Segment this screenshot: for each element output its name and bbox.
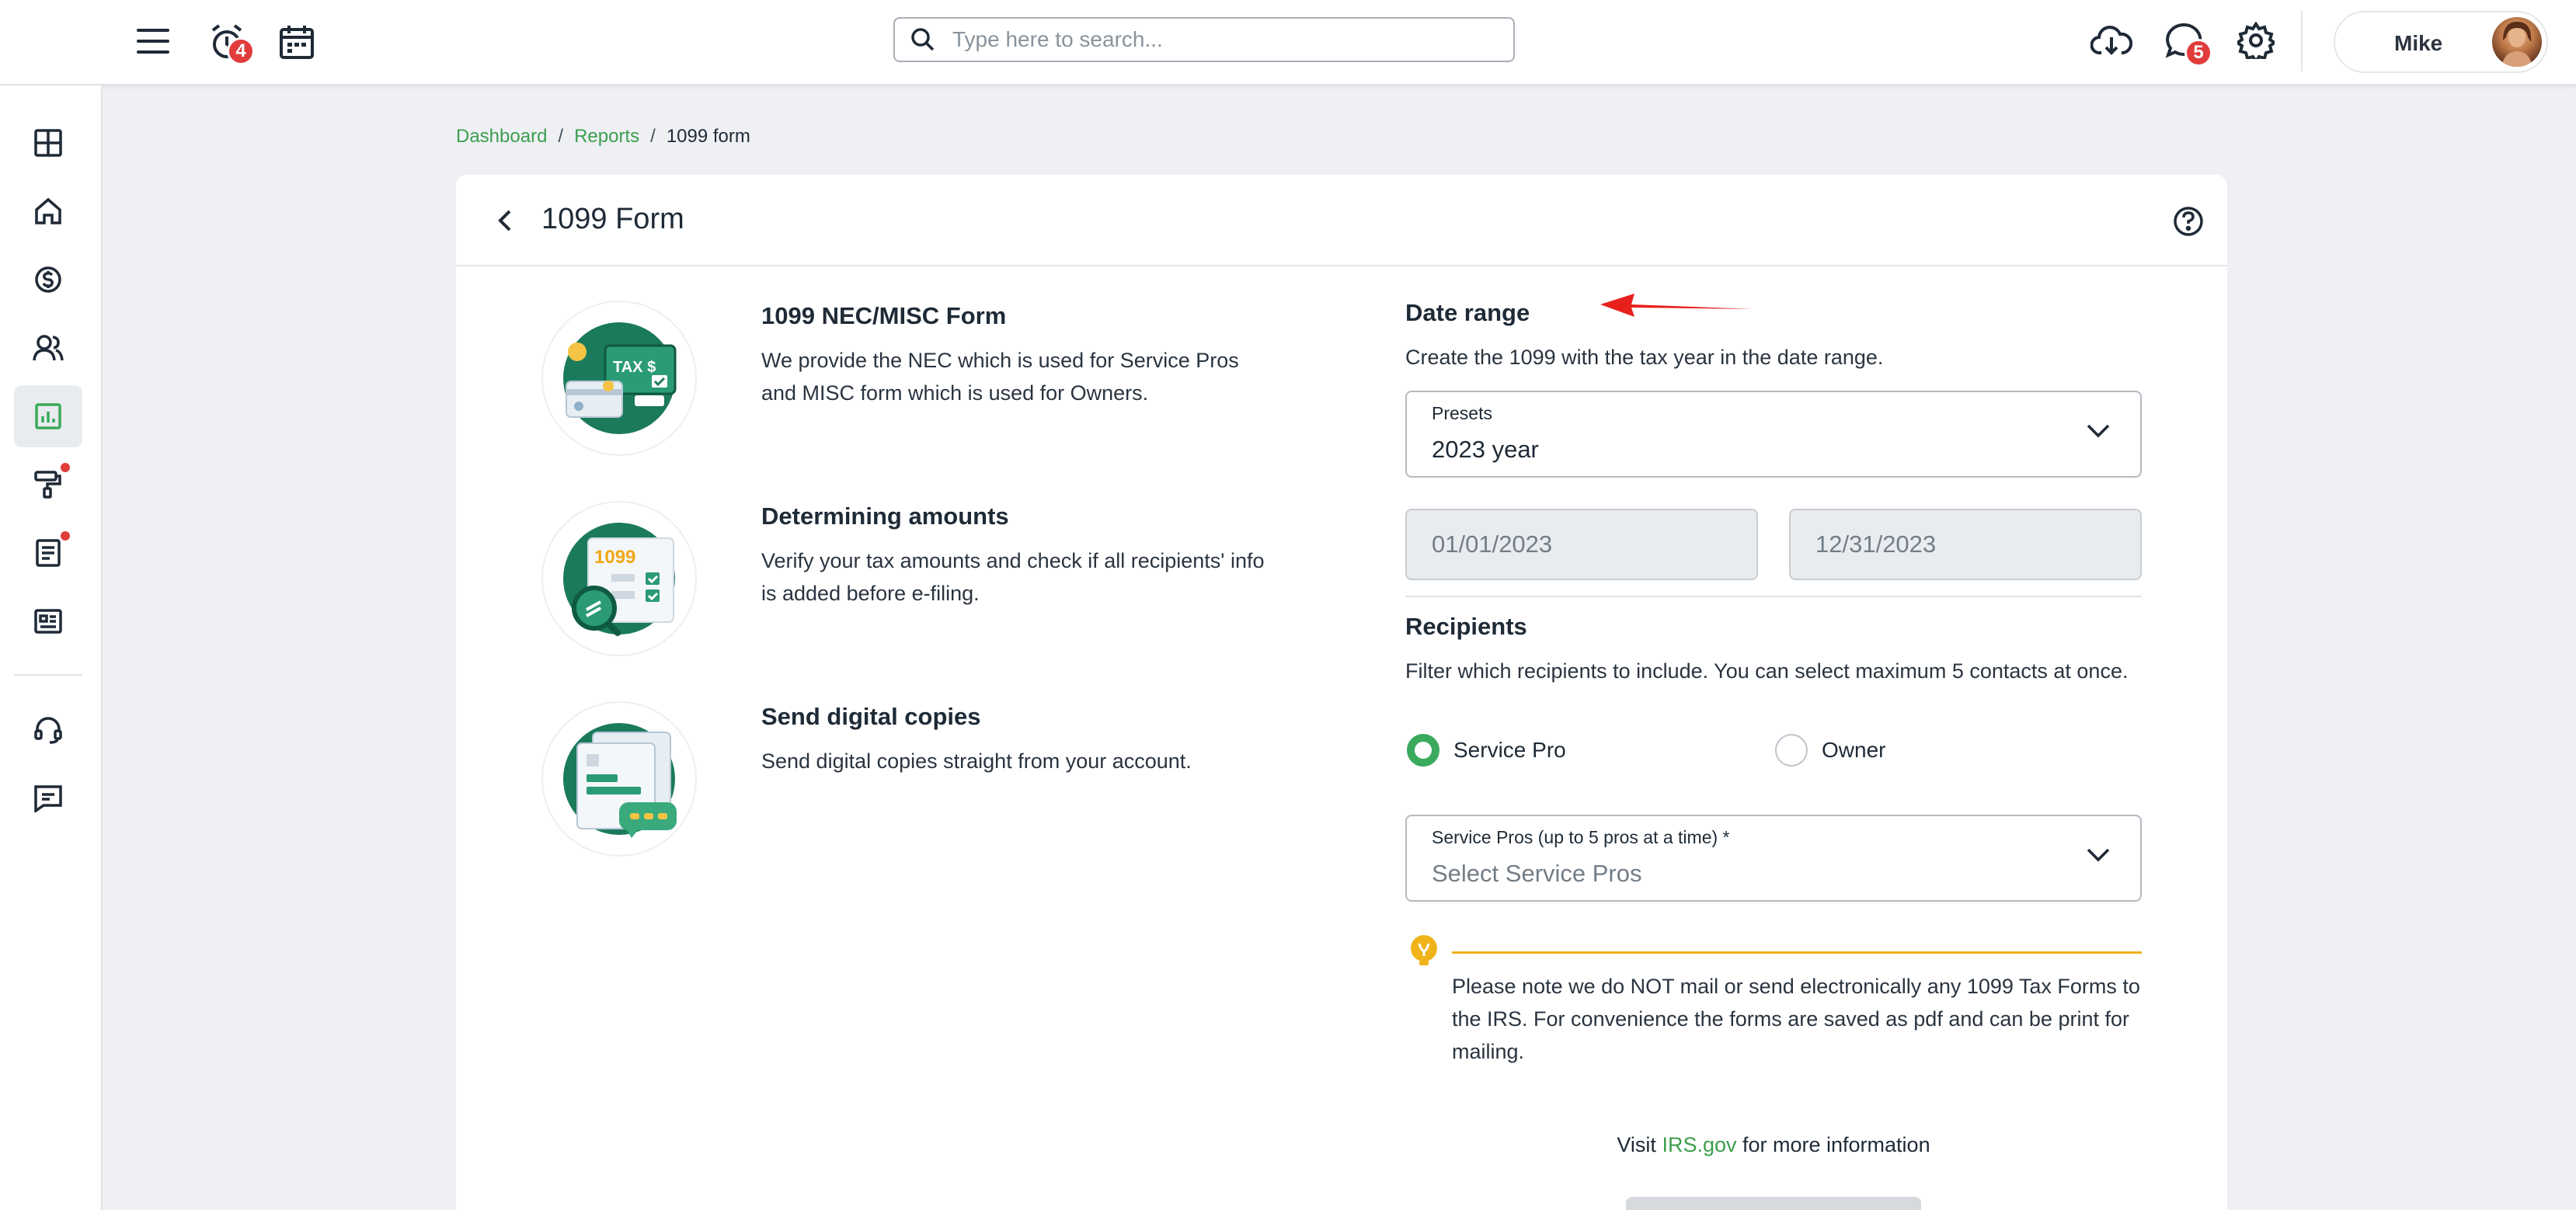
feature-description: Verify your tax amounts and check if all… xyxy=(761,549,1265,605)
service-pros-placeholder: Select Service Pros xyxy=(1432,860,1642,887)
radio-owner[interactable]: Owner xyxy=(1775,734,1885,767)
sidebar-item-documents[interactable] xyxy=(14,522,82,584)
search-bar[interactable] xyxy=(893,17,1515,62)
reports-chart-icon xyxy=(35,403,61,429)
presets-value: 2023 year xyxy=(1432,436,1539,463)
alerts-badge: 4 xyxy=(227,37,255,65)
settings-gear-icon[interactable] xyxy=(2233,17,2279,64)
notification-dot xyxy=(61,531,70,541)
radio-button[interactable] xyxy=(1775,734,1808,767)
breadcrumb-separator: / xyxy=(558,126,564,147)
topbar-divider xyxy=(2301,11,2303,71)
messages-badge: 5 xyxy=(2184,39,2212,67)
sidebar-item-reports[interactable] xyxy=(14,385,82,447)
back-button[interactable] xyxy=(487,203,523,238)
breadcrumb-dashboard[interactable]: Dashboard xyxy=(456,126,547,148)
dashboard-grid-icon xyxy=(34,129,62,157)
alarm-clock-icon[interactable]: 4 xyxy=(204,19,255,65)
breadcrumb-current: 1099 form xyxy=(666,126,750,147)
irs-info: Visit IRS.gov for more information xyxy=(1405,1133,2142,1157)
sidebar-item-maintenance[interactable] xyxy=(14,454,82,516)
amounts-illustration: 1099 xyxy=(541,501,697,656)
users-icon xyxy=(33,335,64,361)
sidebar-item-finance[interactable] xyxy=(14,249,82,311)
digital-copies-illustration xyxy=(541,701,697,857)
lightbulb-icon xyxy=(1411,935,1437,965)
calendar-icon[interactable] xyxy=(273,19,320,65)
chevron-down-icon xyxy=(2087,848,2110,862)
recipients-description: Filter which recipients to include. You … xyxy=(1405,659,2129,683)
newspaper-icon xyxy=(34,609,62,634)
sidebar-item-dashboard[interactable] xyxy=(14,112,82,174)
radio-label: Service Pro xyxy=(1453,738,1566,762)
irs-link[interactable]: IRS.gov xyxy=(1662,1133,1736,1156)
notification-dot xyxy=(61,463,70,472)
radio-label: Owner xyxy=(1822,738,1886,762)
visit-suffix: for more information xyxy=(1742,1133,1930,1156)
sidebar-item-contacts[interactable] xyxy=(14,317,82,379)
radio-service-pro[interactable]: Service Pro xyxy=(1407,734,1566,767)
service-pros-select[interactable]: Service Pros (up to 5 pros at a time) * … xyxy=(1405,815,2142,902)
dollar-circle-icon xyxy=(35,266,61,293)
form-number-label: 1099 xyxy=(594,547,635,568)
feature-title: Send digital copies xyxy=(761,703,981,730)
generate-button[interactable] xyxy=(1626,1197,1921,1210)
user-menu[interactable]: Mike xyxy=(2334,11,2548,73)
help-icon[interactable] xyxy=(2173,206,2204,237)
breadcrumb: Dashboard / Reports / 1099 form xyxy=(456,126,750,148)
sidebar-item-support[interactable] xyxy=(14,699,82,761)
paint-roller-icon xyxy=(34,471,61,499)
sidebar xyxy=(0,85,103,1210)
presets-select[interactable]: Presets 2023 year xyxy=(1405,391,2142,478)
search-icon xyxy=(911,28,935,51)
start-date-field[interactable]: 01/01/2023 xyxy=(1405,509,1758,580)
breadcrumb-separator: / xyxy=(650,126,656,147)
end-date-field[interactable]: 12/31/2023 xyxy=(1789,509,2142,580)
card-header: 1099 Form xyxy=(456,175,2227,266)
feature-title: 1099 NEC/MISC Form xyxy=(761,302,1007,329)
headset-icon xyxy=(34,717,62,744)
menu-icon[interactable] xyxy=(132,20,174,62)
chevron-down-icon xyxy=(2087,424,2110,438)
radio-button-checked[interactable] xyxy=(1407,734,1439,767)
message-square-icon xyxy=(34,785,62,812)
tax-form-illustration: TAX $ xyxy=(541,301,697,456)
user-name: Mike xyxy=(2394,31,2443,55)
presets-label: Presets xyxy=(1432,403,1492,423)
sidebar-item-listings[interactable] xyxy=(14,590,82,652)
search-input[interactable] xyxy=(952,27,1496,52)
recipients-title: Recipients xyxy=(1405,613,1527,640)
home-icon xyxy=(35,197,61,224)
page-title: 1099 Form xyxy=(541,203,684,235)
chat-icon[interactable]: 5 xyxy=(2161,17,2212,67)
avatar[interactable] xyxy=(2492,17,2542,67)
breadcrumb-reports[interactable]: Reports xyxy=(574,126,639,148)
document-icon xyxy=(36,539,61,567)
date-range-title: Date range xyxy=(1405,299,1530,326)
download-cloud-icon[interactable] xyxy=(2088,17,2135,64)
note-divider xyxy=(1452,951,2142,954)
sidebar-item-home[interactable] xyxy=(14,180,82,242)
irs-note: Please note we do NOT mail or send elect… xyxy=(1452,975,2140,1063)
sidebar-divider xyxy=(14,674,82,676)
feature-description: We provide the NEC which is used for Ser… xyxy=(761,349,1239,405)
annotation-arrow-icon xyxy=(1600,294,1753,317)
visit-prefix: Visit xyxy=(1617,1133,1656,1156)
service-pros-label: Service Pros (up to 5 pros at a time) * xyxy=(1432,827,1730,847)
top-bar: 4 5 Mike xyxy=(0,0,2576,85)
chevron-left-icon xyxy=(498,210,511,231)
feature-description: Send digital copies straight from your a… xyxy=(761,749,1192,773)
form-card: 1099 Form TAX $ 1099 NEC/MISC Form We pr… xyxy=(456,175,2227,1210)
date-range-description: Create the 1099 with the tax year in the… xyxy=(1405,346,1884,369)
section-divider xyxy=(1405,596,2142,597)
tax-label: TAX $ xyxy=(613,359,656,376)
sidebar-item-feedback[interactable] xyxy=(14,767,82,829)
feature-title: Determining amounts xyxy=(761,502,1009,530)
